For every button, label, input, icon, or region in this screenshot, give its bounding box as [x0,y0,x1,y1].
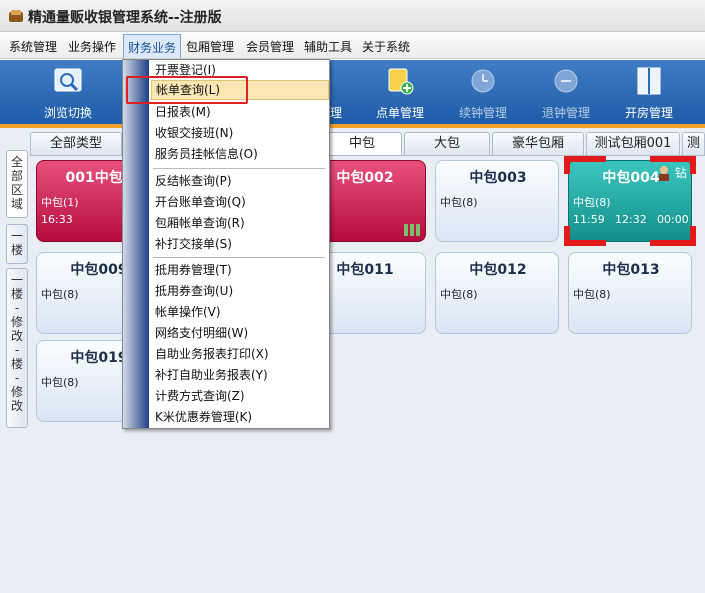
menu-item-daily-report[interactable]: 日报表(M) [151,102,329,122]
menu-gutter [123,60,149,428]
room-card-003[interactable]: 中包003 中包(8) [435,160,559,242]
menu-about[interactable]: 关于系统 [362,38,410,55]
menu-item-self-service-print[interactable]: 自助业务报表打印(X) [151,344,329,364]
menu-rooms[interactable]: 包厢管理 [186,38,234,55]
menu-item-voucher-manage[interactable]: 抵用券管理(T) [151,260,329,280]
menu-members[interactable]: 会员管理 [246,38,294,55]
toolbar: 浏览切换 单管理 点单管理 续钟管理 退钟管理 开房管理 [0,60,705,124]
tab-overflow[interactable]: 测 [682,132,705,156]
menu-bar: 系统管理 业务操作 财务业务 包厢管理 会员管理 辅助工具 关于系统 [0,33,705,59]
menu-system[interactable]: 系统管理 [9,38,57,55]
menu-item-voucher-query[interactable]: 抵用券查询(U) [151,281,329,301]
bottles-icon [404,224,420,236]
app-icon [9,10,23,22]
menu-item-bill-operations[interactable]: 帐单操作(V) [151,302,329,322]
clock-minus-icon [554,69,578,93]
title-bar: 精通量贩收银管理系统--注册版 [0,0,705,32]
selection-corner [564,226,570,246]
selection-corner [564,156,570,174]
room-card-012[interactable]: 中包012 中包(8) [435,252,559,334]
menu-item-reverse-checkout[interactable]: 反结帐查询(P) [151,171,329,191]
tab-test-room[interactable]: 测试包厢001 [586,132,680,156]
tab-medium[interactable]: 中包 [322,132,402,156]
vip-badge: 钻 [674,166,687,180]
menu-item-reprint-self-service[interactable]: 补打自助业务报表(Y) [151,365,329,385]
menu-tools[interactable]: 辅助工具 [304,38,352,55]
menu-item-kmi-coupon[interactable]: K米优惠券管理(K) [151,407,329,427]
tab-large[interactable]: 大包 [404,132,490,156]
order-icon [388,68,414,95]
selection-corner [564,240,606,246]
finance-dropdown-menu: 开票登记(I) 帐单查询(L) 日报表(M) 收银交接班(N) 服务员挂帐信息(… [122,59,330,429]
door-icon [637,67,661,95]
menu-item-room-bill-query[interactable]: 包厢帐单查询(R) [151,213,329,233]
menu-item-waiter-credit[interactable]: 服务员挂帐信息(O) [151,144,329,164]
rail-tab-floor-1-modified[interactable]: 一楼-修改-楼-修改 [6,268,28,428]
browse-switch-button[interactable]: 浏览切换 [28,60,108,124]
clock-icon [471,69,495,93]
selection-corner [690,226,696,246]
selection-corner [690,156,696,174]
renew-manage-button[interactable]: 续钟管理 [443,60,523,124]
menu-item-cashier-handover[interactable]: 收银交接班(N) [151,123,329,143]
tab-all-types[interactable]: 全部类型 [30,132,122,156]
menu-separator [153,168,325,169]
browse-icon [54,68,82,92]
rail-tab-floor-1[interactable]: 一楼 [6,224,28,264]
tab-deluxe[interactable]: 豪华包厢 [492,132,584,156]
menu-item-table-bill-query[interactable]: 开台账单查询(Q) [151,192,329,212]
area-rail: 全部区域 一楼 一楼-修改-楼-修改 [6,150,28,430]
waiter-icon [659,166,669,181]
open-room-button[interactable]: 开房管理 [609,60,689,124]
order-manage-button[interactable]: 点单管理 [360,60,440,124]
rail-tab-all-areas[interactable]: 全部区域 [6,150,28,218]
menu-separator [153,257,325,258]
room-card-004[interactable]: 中包004 中包(8) 11:59 12:32 00:00 钻 [568,160,692,242]
selection-corner [564,156,606,162]
menu-business[interactable]: 业务操作 [68,38,116,55]
return-manage-button[interactable]: 退钟管理 [526,60,606,124]
menu-finance[interactable]: 财务业务 [123,34,182,58]
menu-item-reprint-handover[interactable]: 补打交接单(S) [151,234,329,254]
highlight-outline [126,76,248,104]
menu-item-online-payment[interactable]: 网络支付明细(W) [151,323,329,343]
room-card-013[interactable]: 中包013 中包(8) [568,252,692,334]
window-title: 精通量贩收银管理系统--注册版 [28,10,222,26]
menu-item-billing-method[interactable]: 计费方式查询(Z) [151,386,329,406]
